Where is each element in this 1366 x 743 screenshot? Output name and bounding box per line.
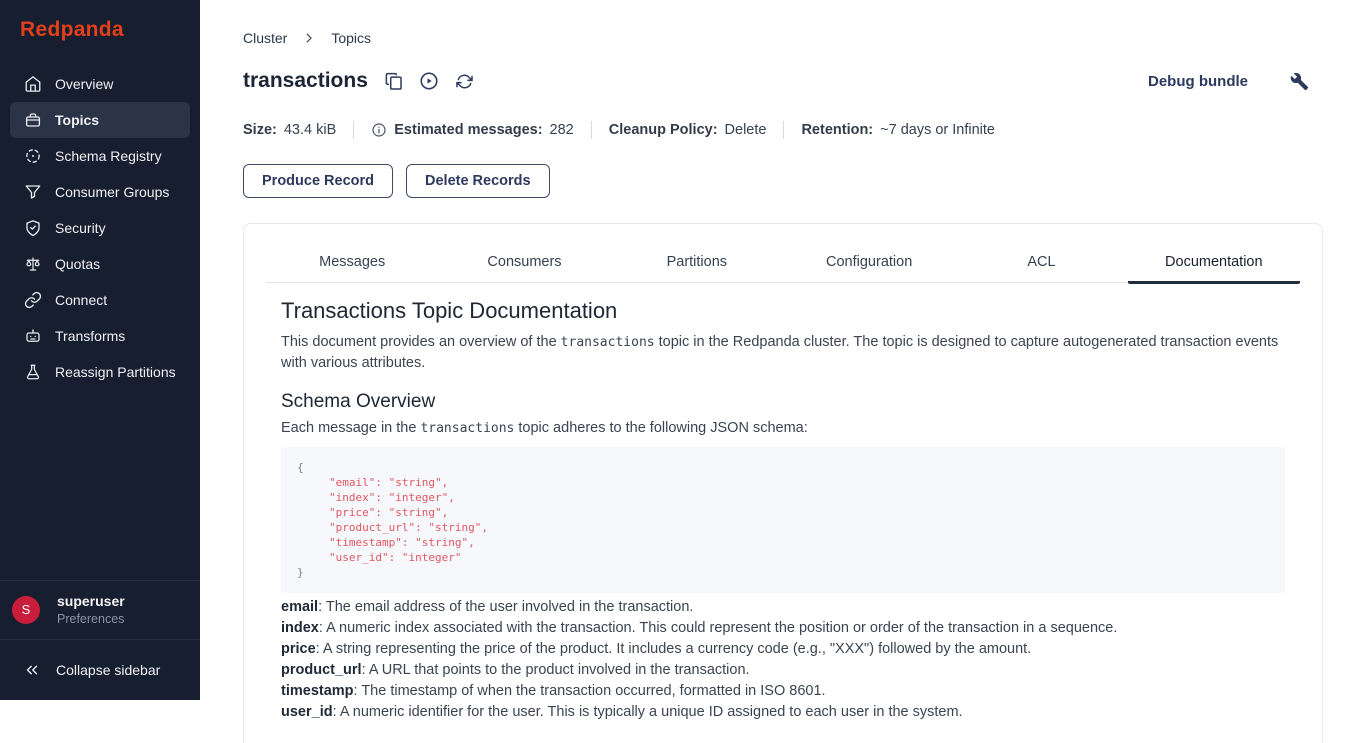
tab-messages[interactable]: Messages xyxy=(266,224,438,284)
breadcrumb-topics[interactable]: Topics xyxy=(331,30,371,46)
divider xyxy=(353,121,354,139)
sidebar-item-label: Connect xyxy=(55,292,107,308)
stat-size: Size: 43.4 kiB xyxy=(243,122,336,138)
reassign-partitions-icon xyxy=(24,363,42,381)
field-line: index: A numeric index associated with t… xyxy=(281,618,1285,639)
schema-code-block: { "email": "string", "index": "integer",… xyxy=(281,447,1285,593)
title-group: transactions xyxy=(243,69,474,93)
sidebar-item-label: Overview xyxy=(55,76,113,92)
breadcrumb-cluster[interactable]: Cluster xyxy=(243,30,287,46)
field-line: email: The email address of the user inv… xyxy=(281,597,1285,618)
sidebar-item-label: Quotas xyxy=(55,256,100,272)
tab-configuration[interactable]: Configuration xyxy=(783,224,955,284)
stat-cleanup-policy: Cleanup Policy: Delete xyxy=(609,122,767,138)
copy-icon[interactable] xyxy=(384,72,403,91)
user-name: superuser xyxy=(57,593,125,609)
sidebar-item-transforms[interactable]: Transforms xyxy=(10,318,190,354)
user-info: superuser Preferences xyxy=(57,593,125,626)
divider xyxy=(591,121,592,139)
sidebar-item-quotas[interactable]: Quotas xyxy=(10,246,190,282)
schema-registry-icon xyxy=(24,147,42,165)
connect-icon xyxy=(24,291,42,309)
main-content: Cluster Topics transactions Debug bundle xyxy=(200,0,1366,743)
wrench-icon[interactable] xyxy=(1290,72,1309,91)
debug-bundle-link[interactable]: Debug bundle xyxy=(1148,73,1248,90)
topic-stats: Size: 43.4 kiB Estimated messages: 282 C… xyxy=(243,120,1323,140)
info-icon[interactable] xyxy=(371,122,387,138)
action-buttons: Produce Record Delete Records xyxy=(243,164,1323,198)
tab-documentation[interactable]: Documentation xyxy=(1128,224,1300,284)
sidebar: Redpanda Overview Topics Schema Registry… xyxy=(0,0,200,700)
home-icon xyxy=(24,75,42,93)
quotas-icon xyxy=(24,255,42,273)
header-actions: Debug bundle xyxy=(1148,72,1323,91)
sidebar-item-consumer-groups[interactable]: Consumer Groups xyxy=(10,174,190,210)
stat-estimated-messages: Estimated messages: 282 xyxy=(371,122,574,138)
topic-detail-card: Messages Consumers Partitions Configurat… xyxy=(243,223,1323,743)
tab-consumers[interactable]: Consumers xyxy=(438,224,610,284)
field-line: product_url: A URL that points to the pr… xyxy=(281,660,1285,681)
page-header: transactions Debug bundle xyxy=(243,64,1323,98)
refresh-icon[interactable] xyxy=(455,72,474,91)
sidebar-item-label: Security xyxy=(55,220,106,236)
sidebar-item-connect[interactable]: Connect xyxy=(10,282,190,318)
play-circle-icon[interactable] xyxy=(419,71,439,91)
sidebar-item-security[interactable]: Security xyxy=(10,210,190,246)
sidebar-item-label: Consumer Groups xyxy=(55,184,169,200)
field-line: timestamp: The timestamp of when the tra… xyxy=(281,681,1285,702)
doc-intro: This document provides an overview of th… xyxy=(281,332,1285,374)
tab-partitions[interactable]: Partitions xyxy=(611,224,783,284)
doc-title: Transactions Topic Documentation xyxy=(281,298,1285,324)
sidebar-nav: Overview Topics Schema Registry Consumer… xyxy=(0,58,200,390)
sidebar-item-reassign-partitions[interactable]: Reassign Partitions xyxy=(10,354,190,390)
tab-bar: Messages Consumers Partitions Configurat… xyxy=(266,224,1300,283)
produce-record-button[interactable]: Produce Record xyxy=(243,164,393,198)
sidebar-item-label: Topics xyxy=(55,112,99,128)
delete-records-button[interactable]: Delete Records xyxy=(406,164,550,198)
sidebar-item-label: Reassign Partitions xyxy=(55,364,176,380)
user-section: S superuser Preferences xyxy=(0,580,200,639)
preferences-link[interactable]: Preferences xyxy=(57,612,125,626)
sidebar-item-schema-registry[interactable]: Schema Registry xyxy=(10,138,190,174)
security-icon xyxy=(24,219,42,237)
sidebar-item-overview[interactable]: Overview xyxy=(10,66,190,102)
redpanda-logo[interactable]: Redpanda xyxy=(0,0,200,58)
transforms-icon xyxy=(24,327,42,345)
inline-code: transactions xyxy=(561,335,655,350)
field-line: price: A string representing the price o… xyxy=(281,639,1285,660)
field-descriptions: email: The email address of the user inv… xyxy=(281,597,1285,723)
collapse-sidebar-button[interactable]: Collapse sidebar xyxy=(0,639,200,700)
topics-icon xyxy=(24,111,42,129)
sidebar-item-topics[interactable]: Topics xyxy=(10,102,190,138)
sidebar-item-label: Schema Registry xyxy=(55,148,162,164)
collapse-label: Collapse sidebar xyxy=(56,662,160,678)
documentation-panel: Transactions Topic Documentation This do… xyxy=(244,283,1322,723)
field-line: user_id: A numeric identifier for the us… xyxy=(281,702,1285,723)
breadcrumb: Cluster Topics xyxy=(243,30,1323,46)
schema-overview-heading: Schema Overview xyxy=(281,390,1285,414)
inline-code: transactions xyxy=(420,421,514,436)
sidebar-spacer xyxy=(0,390,200,580)
sidebar-item-label: Transforms xyxy=(55,328,125,344)
avatar[interactable]: S xyxy=(12,596,40,624)
schema-intro: Each message in the transactions topic a… xyxy=(281,418,1285,439)
divider xyxy=(783,121,784,139)
tab-acl[interactable]: ACL xyxy=(955,224,1127,284)
stat-retention: Retention: ~7 days or Infinite xyxy=(801,122,995,138)
chevron-right-icon xyxy=(302,31,316,45)
collapse-icon xyxy=(23,661,41,679)
page-title: transactions xyxy=(243,69,368,93)
consumer-groups-icon xyxy=(24,183,42,201)
